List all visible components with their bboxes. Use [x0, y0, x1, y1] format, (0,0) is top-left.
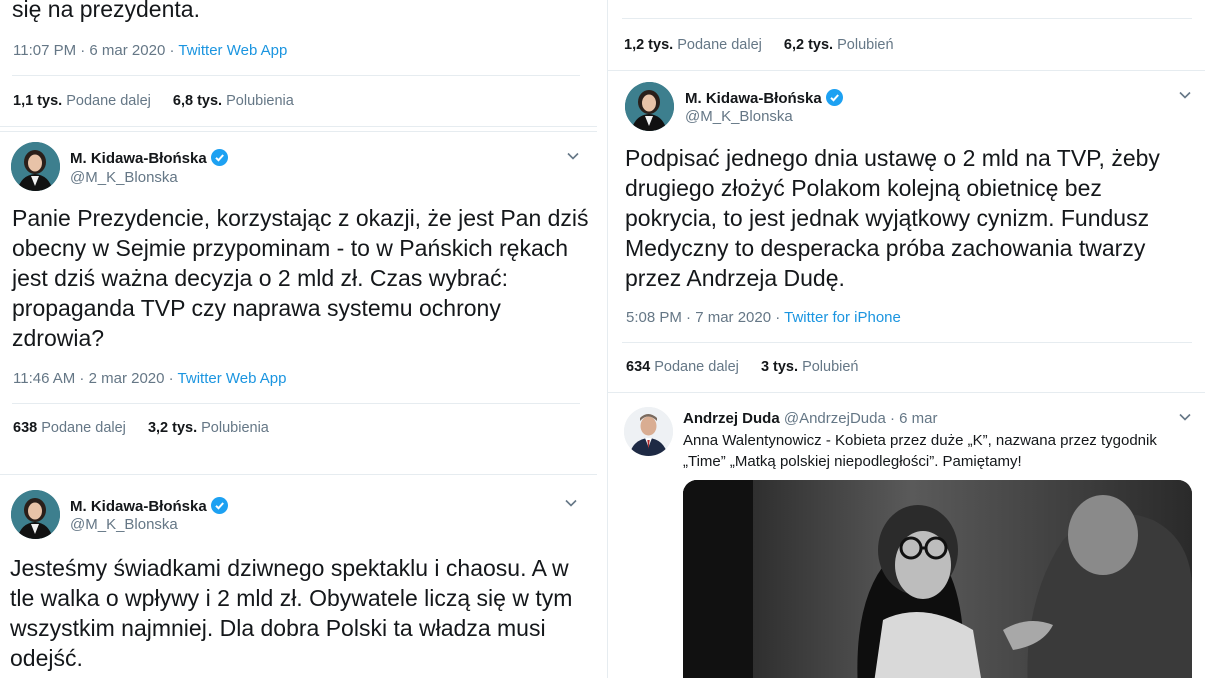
- chevron-down-icon[interactable]: [565, 497, 577, 509]
- tweet-text: się na prezydenta.: [12, 0, 200, 22]
- author-name[interactable]: M. Kidawa-Błońska: [70, 150, 207, 167]
- right-column: 1,2 tys. Podane dalej 6,2 tys. Polubień …: [607, 0, 1205, 678]
- tweet-source-link[interactable]: Twitter Web App: [178, 42, 287, 59]
- tweet-text: Podpisać jednego dnia ustawę o 2 mld na …: [625, 145, 1160, 291]
- divider: [622, 18, 1192, 19]
- verified-badge-icon: [825, 89, 843, 106]
- likes-stat[interactable]: 6,8 tys. Polubienia: [173, 93, 294, 109]
- avatar[interactable]: [11, 490, 60, 539]
- likes-stat[interactable]: 6,2 tys. Polubień: [784, 37, 894, 53]
- column-gap: [597, 0, 607, 678]
- tweet-stats: 638 Podane dalej 3,2 tys. Polubienia: [13, 420, 287, 436]
- tweet-stats: 1,2 tys. Podane dalej 6,2 tys. Polubień: [624, 37, 912, 53]
- divider: [12, 75, 580, 76]
- likes-stat[interactable]: 3 tys. Polubień: [761, 359, 859, 375]
- tweet-stats: 634 Podane dalej 3 tys. Polubień: [626, 359, 877, 375]
- avatar[interactable]: [625, 82, 674, 131]
- tweet-text: Panie Prezydencie, korzystając z okazji,…: [12, 205, 589, 351]
- avatar[interactable]: [11, 142, 60, 191]
- author-name[interactable]: Andrzej Duda: [683, 410, 780, 427]
- author-handle-date[interactable]: @AndrzejDuda · 6 mar: [784, 410, 938, 427]
- author-name[interactable]: M. Kidawa-Błońska: [685, 90, 822, 107]
- left-column: się na prezydenta. 11:07 PM · 6 mar 2020…: [0, 0, 598, 678]
- tweet-text: Anna Walentynowicz - Kobieta przez duże …: [683, 432, 1157, 470]
- chevron-down-icon[interactable]: [1179, 89, 1191, 101]
- author-handle[interactable]: @M_K_Blonska: [685, 108, 793, 125]
- author-name-row[interactable]: M. Kidawa-Błońska: [70, 497, 228, 515]
- author-name[interactable]: M. Kidawa-Błońska: [70, 498, 207, 515]
- tweet-timestamp[interactable]: 5:08 PM · 7 mar 2020 · Twitter for iPhon…: [626, 309, 901, 326]
- divider: [622, 342, 1192, 343]
- tweet-source-link[interactable]: Twitter Web App: [178, 370, 287, 387]
- chevron-down-icon[interactable]: [567, 150, 579, 162]
- chevron-down-icon[interactable]: [1179, 411, 1191, 423]
- avatar[interactable]: [624, 407, 673, 456]
- divider: [12, 403, 580, 404]
- verified-badge-icon: [210, 149, 228, 166]
- tweet-photo[interactable]: [683, 480, 1192, 678]
- divider: [0, 474, 597, 475]
- author-name-row[interactable]: M. Kidawa-Błońska: [70, 149, 228, 167]
- author-handle[interactable]: @M_K_Blonska: [70, 516, 178, 533]
- author-name-row[interactable]: M. Kidawa-Błońska: [685, 89, 843, 107]
- divider: [0, 131, 597, 132]
- verified-badge-icon: [210, 497, 228, 514]
- divider: [608, 392, 1205, 393]
- tweet-source-link[interactable]: Twitter for iPhone: [784, 309, 901, 326]
- retweets-stat[interactable]: 1,2 tys. Podane dalej: [624, 37, 762, 53]
- retweets-stat[interactable]: 1,1 tys. Podane dalej: [13, 93, 151, 109]
- author-handle[interactable]: @M_K_Blonska: [70, 169, 178, 186]
- retweets-stat[interactable]: 634 Podane dalej: [626, 359, 739, 375]
- divider: [0, 126, 597, 127]
- likes-stat[interactable]: 3,2 tys. Polubienia: [148, 420, 269, 436]
- tweet-timestamp[interactable]: 11:07 PM · 6 mar 2020 · Twitter Web App: [13, 42, 287, 59]
- tweet-text: Jesteśmy świadkami dziwnego spektaklu i …: [10, 555, 573, 671]
- divider: [608, 70, 1205, 71]
- tweet-timestamp[interactable]: 11:46 AM · 2 mar 2020 · Twitter Web App: [13, 370, 287, 387]
- author-name-row[interactable]: Andrzej Duda @AndrzejDuda · 6 mar: [683, 410, 937, 427]
- tweet-stats: 1,1 tys. Podane dalej 6,8 tys. Polubieni…: [13, 93, 312, 109]
- retweets-stat[interactable]: 638 Podane dalej: [13, 420, 126, 436]
